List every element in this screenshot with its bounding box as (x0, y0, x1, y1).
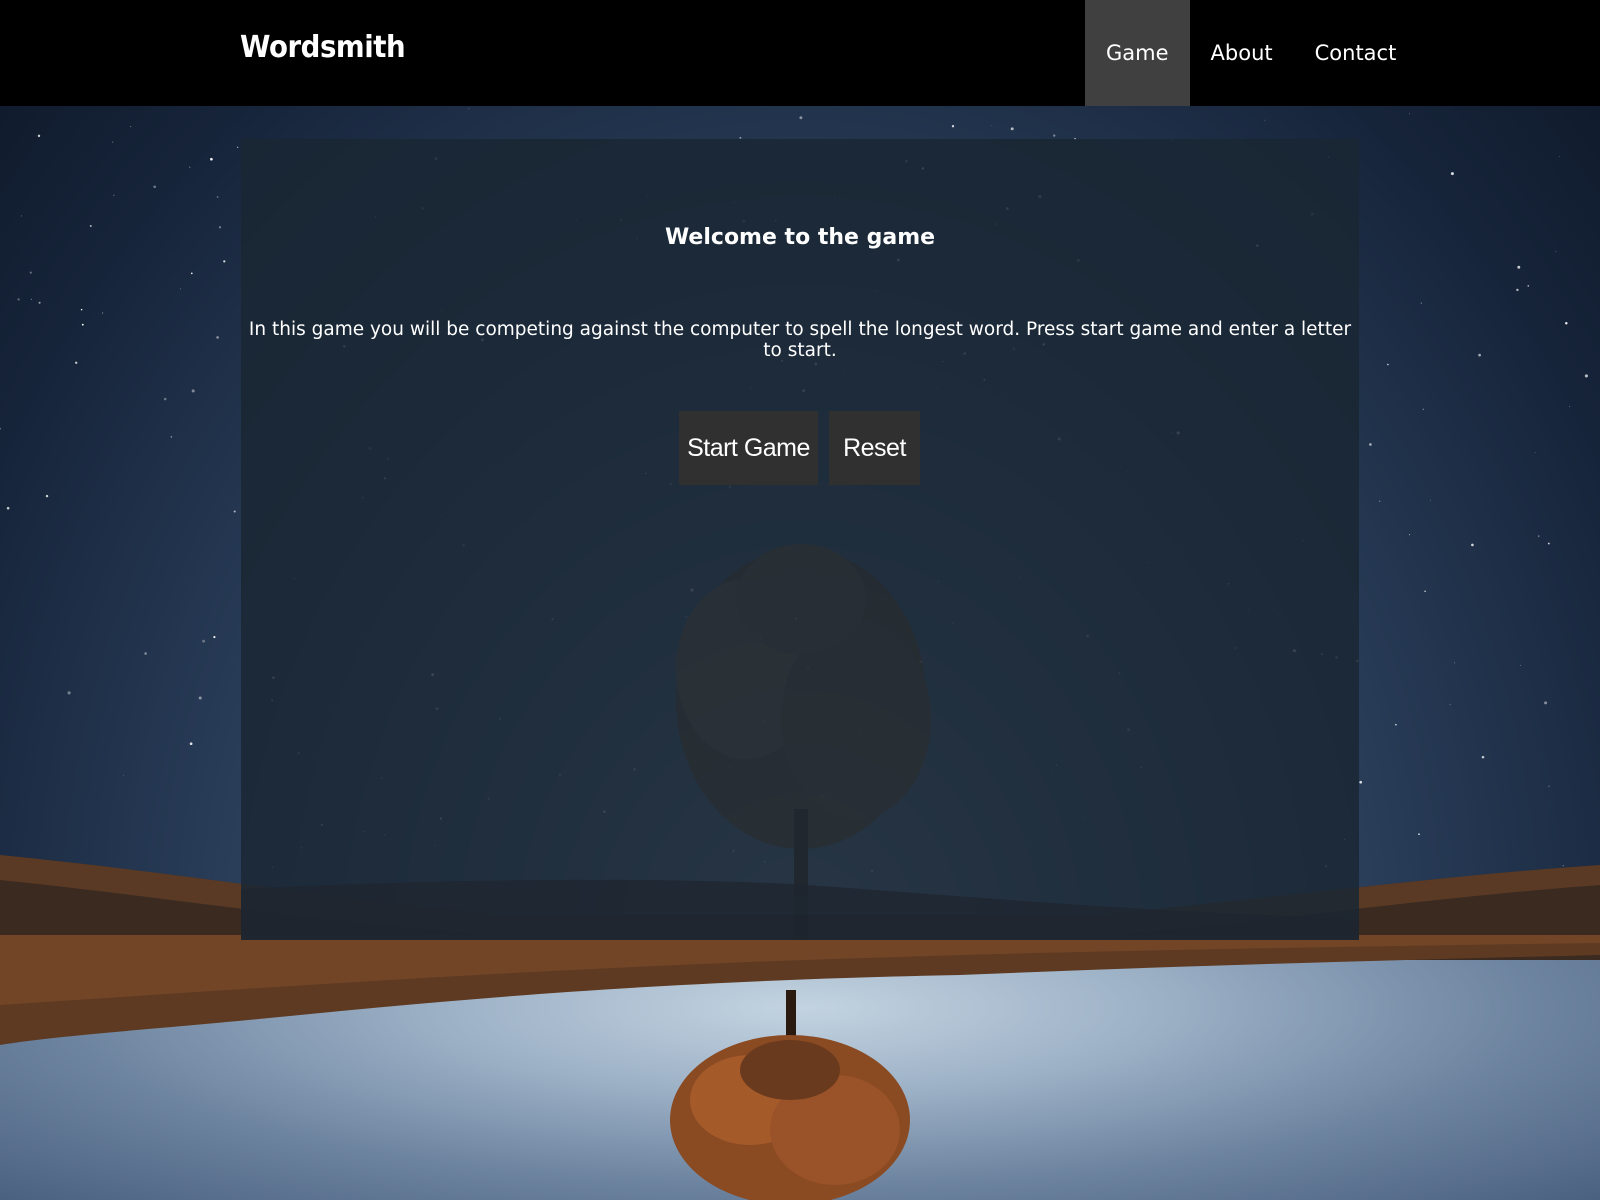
star (1584, 374, 1588, 378)
tree-reflection (670, 990, 910, 1200)
star (1387, 363, 1389, 366)
star (233, 510, 236, 513)
star (191, 389, 195, 393)
star (1420, 302, 1422, 304)
star (1548, 785, 1550, 787)
star (1547, 542, 1550, 545)
star (1264, 119, 1266, 121)
star (1418, 833, 1420, 835)
star (89, 225, 92, 227)
star (1053, 134, 1056, 137)
star (1369, 443, 1372, 446)
star (468, 108, 470, 110)
star (75, 361, 78, 364)
star (1478, 353, 1481, 357)
star (1517, 265, 1521, 269)
star (29, 271, 32, 274)
top-navbar: Wordsmith Game About Contact (0, 0, 1600, 106)
star (170, 436, 173, 438)
star (223, 260, 226, 263)
star (163, 397, 167, 401)
star (102, 312, 104, 314)
star (1558, 155, 1560, 157)
star (123, 774, 124, 776)
star (1565, 321, 1568, 325)
star (38, 301, 41, 304)
star (1537, 535, 1540, 537)
star (1422, 408, 1425, 411)
star (1534, 452, 1536, 454)
star (990, 125, 992, 126)
reset-button[interactable]: Reset (829, 411, 920, 485)
star (1395, 723, 1397, 726)
star (130, 126, 132, 128)
star (45, 494, 49, 498)
game-instructions: In this game you will be competing again… (248, 319, 1352, 361)
star (216, 196, 219, 198)
star (153, 185, 157, 189)
star (17, 298, 20, 301)
brand-logo[interactable]: Wordsmith (240, 30, 406, 65)
star (213, 636, 216, 639)
star (1424, 590, 1426, 593)
star (190, 272, 193, 275)
star (37, 134, 41, 138)
star (67, 691, 71, 695)
star (188, 166, 191, 168)
star (216, 336, 219, 339)
star (1454, 662, 1456, 664)
star (0, 427, 2, 430)
star (210, 157, 213, 161)
star (1379, 500, 1381, 502)
nav-item-game[interactable]: Game (1085, 0, 1190, 106)
nav-menu: Game About Contact (1085, 0, 1417, 106)
star (80, 308, 83, 311)
star (112, 141, 114, 143)
star (1359, 780, 1363, 784)
star (1516, 288, 1519, 292)
star (144, 652, 147, 655)
start-game-button[interactable]: Start Game (679, 411, 818, 485)
star (1527, 285, 1530, 287)
star (198, 696, 202, 700)
star (81, 323, 84, 326)
star (218, 226, 222, 229)
star (1555, 250, 1557, 252)
star (951, 125, 955, 128)
star (179, 288, 181, 290)
star (202, 639, 206, 643)
star (1544, 701, 1548, 705)
star (1408, 113, 1410, 115)
star (1481, 755, 1485, 759)
star (189, 742, 193, 746)
star (21, 215, 22, 217)
star (1471, 543, 1474, 547)
nav-item-contact[interactable]: Contact (1294, 0, 1418, 106)
nav-item-about[interactable]: About (1190, 0, 1294, 106)
welcome-heading: Welcome to the game (664, 225, 936, 250)
star (1569, 406, 1571, 407)
hill-silhouette (241, 879, 1359, 940)
star (1449, 704, 1451, 706)
star (113, 194, 115, 196)
star (1409, 534, 1410, 536)
star (6, 506, 10, 510)
star (1450, 172, 1454, 176)
star (1430, 499, 1432, 501)
star (1519, 664, 1521, 666)
game-panel: Welcome to the game In this game you wil… (241, 139, 1359, 940)
star (799, 116, 803, 120)
star (30, 298, 32, 300)
star (1010, 127, 1014, 131)
star (236, 146, 239, 148)
